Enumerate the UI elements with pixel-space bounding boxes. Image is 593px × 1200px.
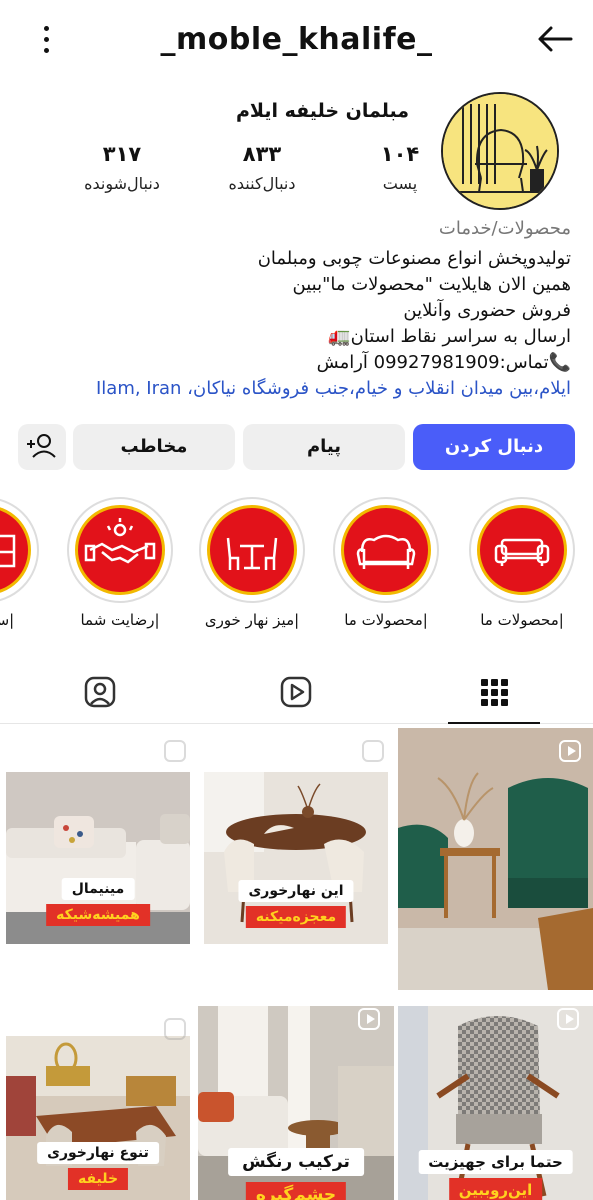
reel-icon	[164, 1018, 186, 1040]
reel-icon	[557, 1008, 579, 1030]
reels-icon[interactable]	[276, 672, 316, 712]
post-caption: حتما برای جهیزیت	[418, 1150, 573, 1174]
reel-icon	[358, 1008, 380, 1030]
highlight-label: |رضایت شما	[80, 611, 160, 629]
address-link[interactable]: ایلام،بین میدان انقلاب و خیام،جنب فروشگا…	[11, 378, 571, 399]
back-arrow-icon[interactable]	[535, 24, 575, 54]
post-caption-highlight: همیشه‌شیکه	[46, 904, 150, 926]
followers-value: ۸۳۳	[242, 142, 282, 166]
posts-value: ۱۰۴	[380, 142, 420, 166]
dining-table-icon	[226, 537, 278, 570]
following-label: دنبال‌شونده	[84, 174, 160, 193]
bed-icon	[0, 534, 16, 568]
followers-count[interactable]: ۸۳۳ دنبال‌کننده	[207, 142, 317, 193]
profile-category: محصولات/خدمات	[438, 218, 571, 239]
post-tile[interactable]: تنوع نهارخوری خلیفه	[6, 1036, 190, 1200]
highlight-label: |محصولات ما	[480, 611, 564, 629]
highlight-item[interactable]: |میز نهار خوری	[199, 497, 305, 629]
add-user-button[interactable]	[18, 424, 66, 470]
post-tile[interactable]: مینیمال همیشه‌شیکه	[6, 772, 190, 944]
post-tile[interactable]	[398, 728, 593, 990]
profile-username: _moble_khalife_	[160, 22, 433, 57]
handshake-icon	[84, 518, 156, 564]
post-caption: تنوع نهارخوری	[37, 1142, 159, 1164]
story-highlights: |محصولات ما |محصولات ما |میز نهار خوری |…	[0, 497, 593, 637]
grid-icon[interactable]	[474, 672, 514, 712]
sofa-icon	[494, 538, 550, 566]
post-caption-highlight: چشم‌گیره	[245, 1182, 347, 1200]
post-caption: ترکیب رنگش	[228, 1148, 364, 1176]
chair-logo-icon	[443, 94, 557, 208]
display-name: مبلمان خلیفه ایلام	[236, 100, 409, 122]
post-tile[interactable]: این نهارخوری معجزه‌میکنه	[204, 772, 388, 944]
highlight-label: |میز نهار خوری	[204, 611, 300, 629]
active-tab-indicator	[448, 722, 540, 724]
reel-icon	[164, 740, 186, 762]
message-button[interactable]: پیام	[243, 424, 405, 470]
post-caption-highlight: خلیفه	[67, 1168, 129, 1190]
top-bar: _moble_khalife_	[0, 0, 593, 86]
post-caption: مینیمال	[61, 878, 135, 900]
posts-grid: این نهارخوری معجزه‌میکنه مینیمال همیشه‌ش…	[0, 726, 593, 1200]
post-caption-highlight: این‌رو‌ببین	[448, 1178, 543, 1200]
highlight-item[interactable]: |سرویس	[0, 497, 39, 629]
post-image	[398, 728, 593, 990]
following-count[interactable]: ۳۱۷ دنبال‌شونده	[67, 142, 177, 193]
post-caption: این نهارخوری	[238, 880, 354, 902]
profile-stats: ۱۰۴ پست ۸۳۳ دنبال‌کننده ۳۱۷ دنبال‌شونده	[67, 142, 419, 202]
posts-count[interactable]: ۱۰۴ پست	[345, 142, 455, 193]
highlight-item[interactable]: |محصولات ما	[469, 497, 575, 629]
reel-icon	[559, 740, 581, 762]
highlight-label: |سرویس	[0, 611, 15, 629]
profile-bio: تولیدوپخش انواع مصنوعات چوبی ومبلمان همی…	[11, 246, 571, 376]
bio-line: همین الان هایلایت "محصولات ما"ببین	[292, 274, 571, 295]
tagged-icon[interactable]	[80, 672, 120, 712]
follow-button[interactable]: دنبال کردن	[413, 424, 575, 470]
followers-label: دنبال‌کننده	[228, 174, 296, 193]
profile-avatar[interactable]	[441, 92, 559, 210]
post-tile[interactable]: حتما برای جهیزیت این‌رو‌ببین	[398, 1006, 593, 1200]
bio-line: 📞تماس:09927981909 آرامش	[316, 352, 571, 373]
highlight-item[interactable]: |رضایت شما	[67, 497, 173, 629]
reel-icon	[362, 740, 384, 762]
classic-sofa-icon	[356, 534, 416, 569]
bio-line: ارسال به سراسر نقاط استان🚛	[328, 326, 571, 347]
contact-button[interactable]: مخاطب	[73, 424, 235, 470]
highlight-item[interactable]: |محصولات ما	[333, 497, 439, 629]
profile-tabs	[0, 666, 593, 724]
highlight-label: |محصولات ما	[344, 611, 428, 629]
add-user-icon	[27, 434, 56, 458]
bio-line: تولیدوپخش انواع مصنوعات چوبی ومبلمان	[257, 248, 571, 269]
following-value: ۳۱۷	[102, 142, 142, 166]
post-tile[interactable]: ترکیب رنگش چشم‌گیره	[198, 1006, 394, 1200]
bio-line: فروش حضوری وآنلاین	[403, 300, 571, 321]
posts-label: پست	[382, 174, 418, 193]
post-caption-highlight: معجزه‌میکنه	[245, 906, 347, 928]
